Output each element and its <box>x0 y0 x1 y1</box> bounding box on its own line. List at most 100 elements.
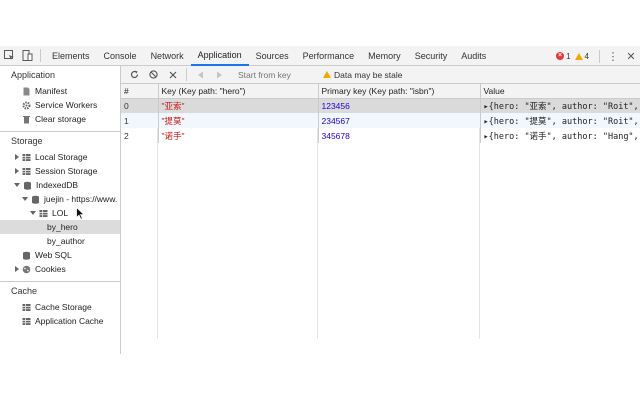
sidebar-item-label: Cookies <box>35 264 66 274</box>
section-title-cache: Cache <box>11 286 38 296</box>
tab-memory[interactable]: Memory <box>361 46 408 66</box>
inspect-element-icon[interactable] <box>0 46 18 66</box>
arrow-right-icon <box>217 71 222 78</box>
previous-page-button[interactable] <box>191 66 210 84</box>
clear-object-store-button[interactable] <box>144 66 163 84</box>
tab-console[interactable]: Console <box>97 46 144 66</box>
sidebar-item-label: by_author <box>47 236 85 246</box>
row-primary-key: 234567 <box>318 113 481 128</box>
warning-count: 4 <box>584 51 589 61</box>
trash-icon <box>23 115 30 123</box>
grid-icon <box>22 167 31 175</box>
database-icon <box>24 181 31 190</box>
grid-icon <box>39 209 48 217</box>
sidebar-item-label: Cache Storage <box>35 302 92 312</box>
block-icon <box>149 70 158 79</box>
sidebar-item-label: Session Storage <box>35 166 98 176</box>
delete-selected-button[interactable] <box>163 66 182 84</box>
error-icon: × <box>556 52 565 60</box>
mouse-cursor-icon <box>76 207 85 220</box>
row-primary-key: 345678 <box>318 128 481 143</box>
sidebar-item-index-by-hero[interactable]: by_hero <box>0 220 120 234</box>
row-value[interactable]: ▸{hero: "诺手", author: "Hang", <box>480 128 640 143</box>
database-icon <box>23 251 30 260</box>
sidebar-item-service-workers[interactable]: Service Workers <box>0 98 120 112</box>
toolbar-separator <box>40 49 41 62</box>
table-header-row: # Key (Key path: "hero") Primary key (Ke… <box>121 84 640 99</box>
row-primary-key: 123456 <box>318 98 481 113</box>
column-header-primary-key[interactable]: Primary key (Key path: "isbn") <box>318 84 481 99</box>
sidebar-item-label: Web SQL <box>35 250 72 260</box>
table-row[interactable]: 2 "诺手" 345678 ▸{hero: "诺手", author: "Han… <box>121 128 640 143</box>
row-index: 2 <box>121 128 159 143</box>
refresh-icon <box>130 70 139 79</box>
sidebar-item-session-storage[interactable]: Session Storage <box>0 164 120 178</box>
stale-warning-text: Data may be stale <box>334 69 403 80</box>
next-page-button[interactable] <box>210 66 229 84</box>
expand-arrow-icon[interactable] <box>15 168 19 174</box>
tab-security[interactable]: Security <box>408 46 455 66</box>
section-title-application: Application <box>11 70 56 80</box>
warning-icon <box>574 52 583 60</box>
collapse-arrow-icon[interactable] <box>30 211 36 215</box>
sidebar-item-label: IndexedDB <box>36 180 79 190</box>
sidebar-item-application-cache[interactable]: Application Cache <box>0 314 120 328</box>
warning-icon <box>323 71 331 78</box>
collapse-arrow-icon[interactable] <box>14 183 20 187</box>
close-icon[interactable]: ✕ <box>622 46 640 66</box>
stale-data-warning: Data may be stale <box>323 70 403 80</box>
sidebar-item-object-store[interactable]: LOL <box>0 206 120 220</box>
toolbar-separator <box>186 68 187 81</box>
row-value[interactable]: ▸{hero: "亚索", author: "Roit", <box>480 98 640 113</box>
sidebar-item-cookies[interactable]: Cookies <box>0 262 120 276</box>
section-title-storage: Storage <box>11 136 43 146</box>
sidebar-item-index-by-author[interactable]: by_author <box>0 234 120 248</box>
tab-elements[interactable]: Elements <box>45 46 97 66</box>
sidebar-item-clear-storage[interactable]: Clear storage <box>0 112 120 126</box>
data-view-toolbar: Data may be stale <box>121 66 640 84</box>
tab-sources[interactable]: Sources <box>249 46 296 66</box>
row-key: "诺手" <box>158 128 319 143</box>
status-area: × 1 4 ⋮ ✕ <box>556 46 640 66</box>
tab-audits[interactable]: Audits <box>454 46 493 66</box>
arrow-left-icon <box>198 71 203 78</box>
start-from-key-input[interactable] <box>235 67 319 82</box>
tab-performance[interactable]: Performance <box>296 46 362 66</box>
application-sidebar: Application Manifest Service Workers Cle… <box>0 66 121 354</box>
device-toolbar-icon[interactable] <box>18 46 36 66</box>
sidebar-item-label: LOL <box>52 208 69 218</box>
sidebar-item-label: Application Cache <box>35 316 104 326</box>
expand-arrow-icon[interactable] <box>15 266 19 272</box>
table-row[interactable]: 1 "提莫" 234567 ▸{hero: "提莫", author: "Roi… <box>121 113 640 128</box>
sidebar-item-database[interactable]: juejin - https://www. <box>0 192 120 206</box>
sidebar-item-manifest[interactable]: Manifest <box>0 84 120 98</box>
tab-network[interactable]: Network <box>144 46 191 66</box>
indexeddb-data-view: Data may be stale # Key (Key path: "hero… <box>121 66 640 354</box>
sidebar-item-label: by_hero <box>47 222 78 232</box>
column-header-key[interactable]: Key (Key path: "hero") <box>158 84 319 99</box>
cookie-icon <box>22 265 31 273</box>
console-status-badge[interactable]: × 1 4 <box>556 52 589 61</box>
collapse-arrow-icon[interactable] <box>22 197 28 201</box>
row-index: 0 <box>121 98 159 113</box>
tab-application[interactable]: Application <box>190 46 249 66</box>
sidebar-item-local-storage[interactable]: Local Storage <box>0 150 120 164</box>
grid-icon <box>22 153 31 161</box>
column-header-value[interactable]: Value <box>480 84 640 99</box>
table-row[interactable]: 0 "亚索" 123456 ▸{hero: "亚索", author: "Roi… <box>121 98 640 113</box>
refresh-button[interactable] <box>125 66 144 84</box>
sidebar-item-web-sql[interactable]: Web SQL <box>0 248 120 262</box>
column-header-index[interactable]: # <box>121 84 159 99</box>
data-grid: # Key (Key path: "hero") Primary key (Ke… <box>121 84 640 339</box>
sidebar-item-cache-storage[interactable]: Cache Storage <box>0 300 120 314</box>
gear-icon <box>22 101 31 109</box>
toolbar-separator <box>599 49 600 63</box>
more-options-icon[interactable]: ⋮ <box>604 46 622 66</box>
sidebar-item-label: Manifest <box>35 86 68 96</box>
sidebar-item-label: juejin - https://www. <box>44 194 118 204</box>
sidebar-item-indexeddb[interactable]: IndexedDB <box>0 178 120 192</box>
expand-arrow-icon[interactable] <box>15 154 19 160</box>
row-key: "提莫" <box>158 113 319 128</box>
row-value[interactable]: ▸{hero: "提莫", author: "Roit", <box>480 113 640 128</box>
sidebar-item-label: Clear storage <box>35 114 87 124</box>
